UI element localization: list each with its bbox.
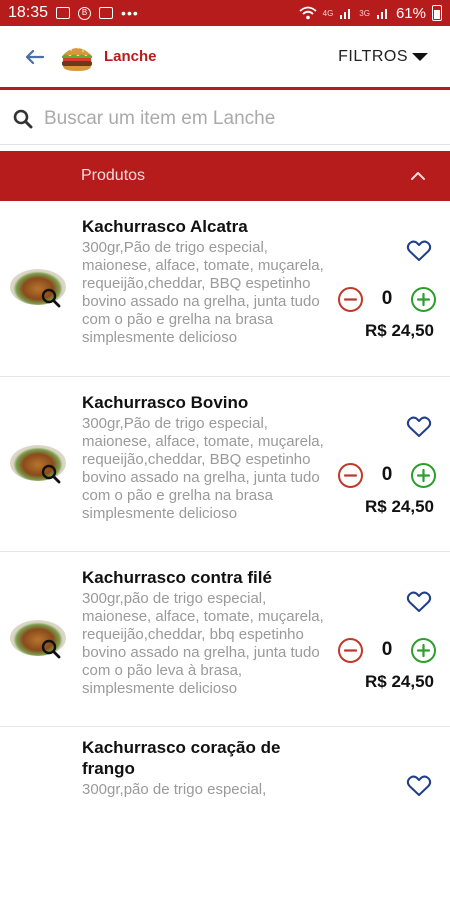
search-input[interactable] [44,107,424,130]
plus-circle-icon[interactable] [410,462,437,489]
search-bar [0,93,450,145]
caret-down-icon [412,52,428,61]
product-description: 300gr,Pão de trigo especial, maionese, a… [82,239,324,346]
signal-label-1: 4G [322,8,334,18]
status-left: 18:35 B ••• [8,4,139,22]
product-name: Kachurrasco Bovino [82,393,249,412]
product-description: 300gr,Pão de trigo especial, maionese, a… [82,415,324,522]
chevron-up-icon [411,172,425,180]
plus-circle-icon[interactable] [410,637,437,664]
product-price: R$ 24,50 [365,672,434,691]
b-notification-icon: B [78,6,92,20]
product-thumbnail[interactable] [10,620,68,662]
more-notifications-icon: ••• [121,5,139,21]
product-thumbnail[interactable] [10,269,68,311]
product-name: Kachurrasco contra filé [82,568,272,587]
signal-icon-2 [376,9,387,19]
plus-circle-icon[interactable] [410,286,437,313]
status-right: 4G 3G 61% [299,5,442,22]
status-bar: 18:35 B ••• 4G 3G 61% [0,0,450,26]
quantity-stepper: 0 [337,636,437,664]
product-description: 300gr,pão de trigo especial, [82,781,267,798]
quantity-stepper: 0 [337,461,437,489]
minus-circle-icon[interactable] [337,637,364,664]
product-name: Kachurrasco coração de frango [82,738,281,778]
app-bar: Lanche FILTROS [0,26,450,90]
heart-icon[interactable] [406,415,432,439]
signal-label-2: 3G [359,8,370,18]
product-list: Kachurrasco Alcatra 300gr,Pão de trigo e… [0,201,450,901]
battery-icon [432,5,442,21]
product-price: R$ 24,50 [365,497,434,516]
product-item[interactable]: Kachurrasco Alcatra 300gr,Pão de trigo e… [0,201,450,376]
filters-label: FILTROS [338,47,408,65]
product-item[interactable]: Kachurrasco coração de frango 300gr,pão … [0,726,450,901]
quantity-value: 0 [381,639,393,660]
burger-icon [60,40,94,74]
minus-circle-icon[interactable] [337,462,364,489]
minus-circle-icon[interactable] [337,286,364,313]
product-name: Kachurrasco Alcatra [82,217,248,236]
zoom-icon [41,288,61,308]
product-price: R$ 24,50 [365,321,434,340]
section-header-produtos[interactable]: Produtos [0,151,450,201]
zoom-icon [41,464,61,484]
signal-icon [340,9,351,19]
back-arrow-icon [25,49,44,64]
quantity-value: 0 [381,288,393,309]
message-notification-icon [99,7,114,19]
filters-button[interactable]: FILTROS [338,48,428,66]
product-item[interactable]: Kachurrasco contra filé 300gr,pão de tri… [0,551,450,726]
wifi-icon [299,6,317,20]
heart-icon[interactable] [406,239,432,263]
quantity-stepper: 0 [337,285,437,313]
category-title: Lanche [104,48,157,65]
heart-icon[interactable] [406,590,432,614]
zoom-icon [41,639,61,659]
quantity-value: 0 [381,464,393,485]
back-button[interactable] [14,37,54,77]
battery-level: 61% [395,4,426,22]
section-title: Produtos [81,167,146,184]
status-time: 18:35 [8,4,49,21]
gallery-notification-icon [56,7,71,19]
product-thumbnail[interactable] [10,445,68,487]
search-icon [13,109,33,128]
product-item[interactable]: Kachurrasco Bovino 300gr,Pão de trigo es… [0,376,450,551]
heart-icon[interactable] [406,774,432,798]
product-description: 300gr,pão de trigo especial, maionese, a… [82,590,324,697]
